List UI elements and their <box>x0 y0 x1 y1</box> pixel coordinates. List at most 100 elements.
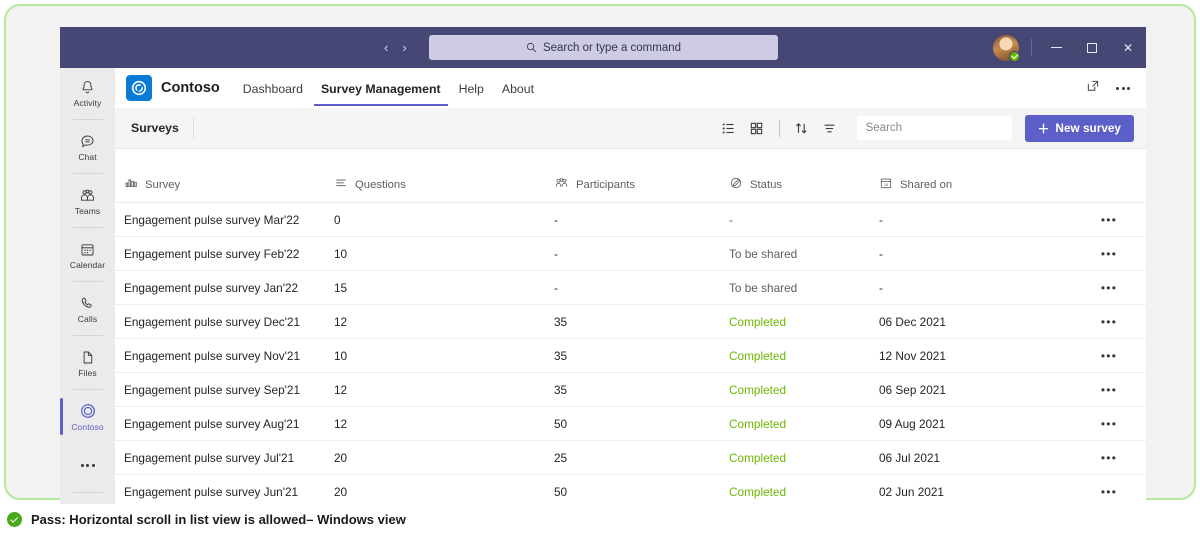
cell-questions: 20 <box>334 450 348 465</box>
teams-icon <box>78 186 97 205</box>
pencil-icon <box>729 176 743 193</box>
column-header-label: Survey <box>145 178 181 191</box>
row-more-icon[interactable]: ••• <box>1084 485 1134 499</box>
search-input[interactable] <box>856 116 1012 140</box>
people-icon <box>554 176 569 193</box>
tab-about[interactable]: About <box>493 71 543 106</box>
table-row[interactable]: Engagement pulse survey Jul'21 20 25 Comple… <box>115 441 1146 475</box>
cell-participants: 50 <box>554 484 568 499</box>
contoso-logo-icon <box>126 75 152 101</box>
filter-icon[interactable] <box>816 114 844 142</box>
column-header-shared-on[interactable]: 18 Shared on <box>879 176 1084 193</box>
cell-survey-name: Engagement pulse survey Jul'21 <box>124 450 295 465</box>
table-row[interactable]: Engagement pulse survey Sep'21 12 35 Comple… <box>115 373 1146 407</box>
sidebar-item-files[interactable]: Files <box>60 338 115 387</box>
row-more-icon[interactable]: ••• <box>1084 213 1134 227</box>
status-badge: Completed <box>729 382 787 397</box>
row-more-icon[interactable]: ••• <box>1084 451 1134 465</box>
cell-shared-on: 02 Jun 2021 <box>879 484 944 499</box>
cell-questions: 10 <box>334 348 348 363</box>
back-button[interactable]: ‹ <box>384 41 388 54</box>
sidebar-item-calendar[interactable]: Calendar <box>60 230 115 279</box>
maximize-icon <box>1087 42 1097 53</box>
minimize-button[interactable] <box>1038 27 1074 68</box>
row-more-icon[interactable]: ••• <box>1084 315 1134 329</box>
forward-button[interactable]: › <box>402 41 406 54</box>
teams-window: ‹ › Search or type a command ✕ Activity … <box>60 27 1146 504</box>
row-more-icon[interactable]: ••• <box>1084 417 1134 431</box>
cell-shared-on: 12 Nov 2021 <box>879 348 946 363</box>
calendar-icon <box>79 240 96 259</box>
divider <box>72 389 103 390</box>
tab-dashboard[interactable]: Dashboard <box>234 71 312 106</box>
status-badge: To be shared <box>729 246 798 261</box>
row-more-icon[interactable]: ••• <box>1084 247 1134 261</box>
command-bar: Surveys Search ＋ New survey <box>115 108 1146 149</box>
column-header-label: Shared on <box>900 178 953 191</box>
cell-participants: 25 <box>554 450 568 465</box>
grid-view-icon[interactable] <box>743 114 771 142</box>
cell-survey-name: Engagement pulse survey Feb'22 <box>124 246 300 261</box>
table-row[interactable]: Engagement pulse survey Feb'22 10 - To be s… <box>115 237 1146 271</box>
cell-questions: 12 <box>334 314 348 329</box>
status-badge: Completed <box>729 416 787 431</box>
status-badge: - <box>729 212 733 227</box>
pass-check-icon <box>7 512 22 527</box>
cell-participants: 35 <box>554 314 568 329</box>
cell-survey-name: Engagement pulse survey Jan'22 <box>124 280 299 295</box>
column-header-label: Questions <box>355 178 406 191</box>
new-survey-button[interactable]: ＋ New survey <box>1024 114 1134 142</box>
cell-participants: 35 <box>554 382 568 397</box>
avatar[interactable] <box>993 34 1020 62</box>
column-header-status[interactable]: Status <box>729 176 879 193</box>
chart-bars-icon <box>124 176 138 193</box>
app-header-actions <box>1086 79 1136 98</box>
table-row[interactable]: Engagement pulse survey Dec'21 12 35 Comple… <box>115 305 1146 339</box>
chat-icon <box>79 132 96 151</box>
column-header-survey[interactable]: Survey <box>124 176 334 193</box>
table-row[interactable]: Engagement pulse survey Aug'21 12 50 Comple… <box>115 407 1146 441</box>
table-row[interactable]: Engagement pulse survey Nov'21 10 35 Comple… <box>115 339 1146 373</box>
app-content: Contoso Dashboard Survey Management Help… <box>115 68 1146 504</box>
sidebar-item-activity[interactable]: Activity <box>60 68 115 117</box>
cell-questions: 10 <box>334 246 348 261</box>
sort-icon[interactable] <box>788 114 816 142</box>
cell-survey-name: Engagement pulse survey Mar'22 <box>124 212 300 227</box>
global-search-box[interactable]: Search or type a command <box>429 35 778 60</box>
lines-icon <box>334 176 348 193</box>
cell-questions: 0 <box>334 212 341 227</box>
list-view-icon[interactable] <box>715 114 743 142</box>
table-row[interactable]: Engagement pulse survey Jan'22 15 - To be s… <box>115 271 1146 305</box>
cell-shared-on: 06 Sep 2021 <box>879 382 946 397</box>
sidebar-item-calls[interactable]: Calls <box>60 284 115 333</box>
sidebar-item-store[interactable]: Store <box>60 495 115 504</box>
cell-questions: 15 <box>334 280 348 295</box>
maximize-button[interactable] <box>1074 27 1110 68</box>
cell-shared-on: 09 Aug 2021 <box>879 416 946 431</box>
divider <box>72 335 103 336</box>
cell-questions: 12 <box>334 382 348 397</box>
row-more-icon[interactable]: ••• <box>1084 349 1134 363</box>
table-row[interactable]: Engagement pulse survey Mar'22 0 - - - ••• <box>115 203 1146 237</box>
table-body: Engagement pulse survey Mar'22 0- - - ••• Eng… <box>115 203 1146 504</box>
new-survey-label: New survey <box>1055 121 1121 135</box>
minimize-icon <box>1050 47 1062 48</box>
tab-survey-management[interactable]: Survey Management <box>312 71 450 106</box>
cell-participants: 50 <box>554 416 568 431</box>
app-header: Contoso Dashboard Survey Management Help… <box>115 68 1146 108</box>
row-more-icon[interactable]: ••• <box>1084 281 1134 295</box>
row-more-icon[interactable]: ••• <box>1084 383 1134 397</box>
close-button[interactable]: ✕ <box>1110 27 1146 68</box>
table-row[interactable]: Engagement pulse survey Jun'21 20 50 Comple… <box>115 475 1146 504</box>
popout-icon[interactable] <box>1086 79 1100 98</box>
tab-help[interactable]: Help <box>450 71 493 106</box>
caption: Pass: Horizontal scroll in list view is … <box>7 512 406 527</box>
sidebar-item-more[interactable] <box>60 441 115 490</box>
sidebar-item-contoso[interactable]: Contoso <box>60 392 115 441</box>
sidebar-item-chat[interactable]: Chat <box>60 122 115 171</box>
sidebar-item-teams[interactable]: Teams <box>60 176 115 225</box>
more-options-icon[interactable] <box>1116 86 1130 90</box>
column-header-participants[interactable]: Participants <box>554 176 729 193</box>
cell-shared-on: - <box>879 280 883 295</box>
column-header-questions[interactable]: Questions <box>334 176 554 193</box>
